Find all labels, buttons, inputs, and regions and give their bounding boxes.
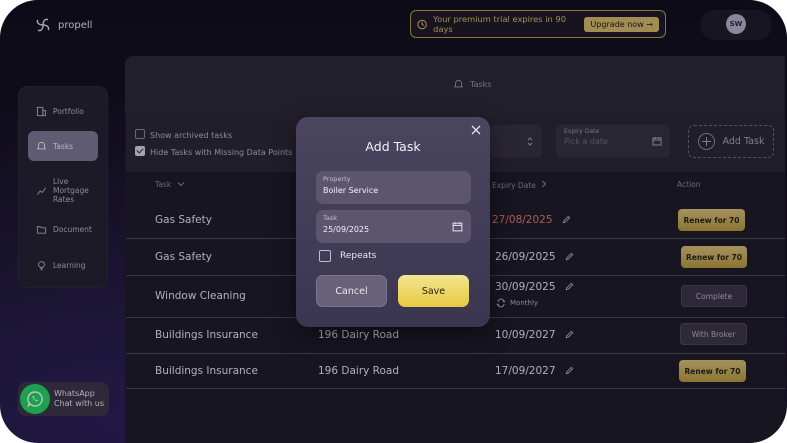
property-field[interactable]: Property Boiler Service [316,171,471,204]
add-task-modal: Add Task Property Boiler Service Task 25… [296,117,490,327]
repeats-checkbox[interactable] [319,250,331,262]
close-icon[interactable] [470,124,482,136]
repeats-toggle[interactable]: Repeats [319,250,376,262]
modal-title: Add Task [365,139,421,154]
app-frame: propell Your premium trial expires in 90… [0,0,787,443]
task-date-field[interactable]: Task 25/09/2025 [316,210,471,243]
task-field-value: 25/09/2025 [323,225,370,234]
repeats-label: Repeats [340,251,377,261]
save-button[interactable]: Save [398,275,469,307]
calendar-icon[interactable] [452,221,463,232]
property-field-label: Property [323,175,351,183]
cancel-button[interactable]: Cancel [316,275,387,307]
task-field-label: Task [323,214,338,222]
property-field-value: Boiler Service [323,186,379,195]
